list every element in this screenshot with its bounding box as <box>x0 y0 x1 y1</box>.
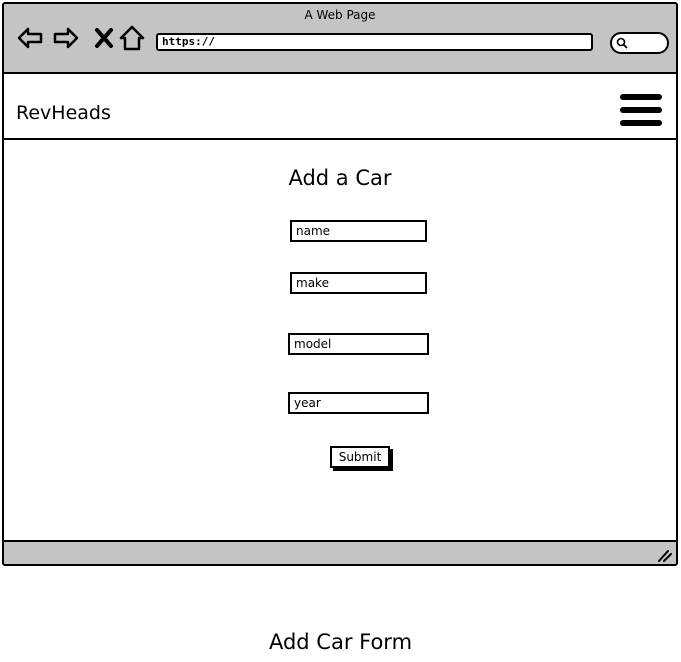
back-arrow-icon[interactable] <box>16 24 44 52</box>
browser-search-button[interactable] <box>610 32 669 54</box>
caption: Add Car Form <box>268 630 413 654</box>
submit-button[interactable]: Submit <box>330 446 390 468</box>
forward-arrow-icon[interactable] <box>52 24 80 52</box>
browser-chrome: A Web Page https:// <box>4 4 676 74</box>
hamburger-menu-icon[interactable] <box>620 94 662 130</box>
model-input[interactable]: model <box>288 333 429 355</box>
browser-window: A Web Page https:// RevHeads Add a Car n… <box>2 2 678 566</box>
window-title: A Web Page <box>304 8 376 22</box>
name-input[interactable]: name <box>290 220 427 242</box>
brand-logo[interactable]: RevHeads <box>16 102 111 124</box>
year-input[interactable]: year <box>288 392 429 414</box>
resize-grip-icon[interactable] <box>656 548 672 562</box>
home-icon[interactable] <box>118 24 146 52</box>
make-input[interactable]: make <box>290 272 427 294</box>
address-bar[interactable]: https:// <box>156 33 593 51</box>
page-title: Add a Car <box>288 166 392 190</box>
close-icon[interactable] <box>90 24 118 52</box>
site-navbar: RevHeads <box>4 74 676 140</box>
search-icon <box>616 37 628 49</box>
status-bar <box>4 540 676 564</box>
